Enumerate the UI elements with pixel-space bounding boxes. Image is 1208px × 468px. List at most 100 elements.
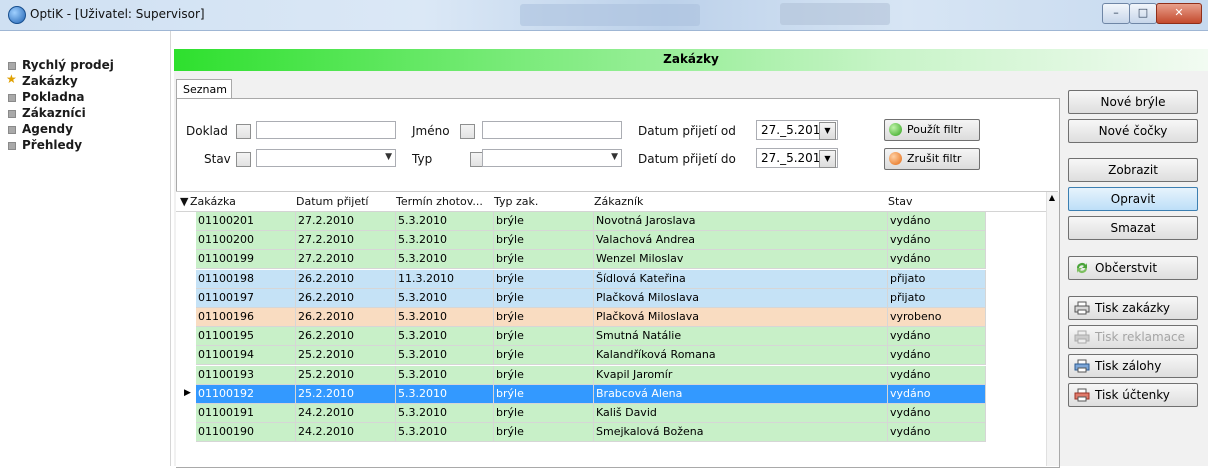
table-cell-typ: brýle xyxy=(496,386,524,400)
cancel-filter-button[interactable]: Zrušit filtr xyxy=(884,148,980,170)
table-row[interactable]: 01100198 26.2.2010 11.3.2010 brýle Šídlová K… xyxy=(176,269,986,289)
datum-od-picker[interactable]: 27._5.2010 ▼ xyxy=(756,120,838,140)
doklad-input[interactable] xyxy=(256,121,396,139)
tab-seznam[interactable]: Seznam xyxy=(176,79,232,99)
jmeno-checkbox[interactable] xyxy=(460,124,475,139)
table-cell-datum: 27.2.2010 xyxy=(298,233,354,247)
title-blur xyxy=(520,4,700,26)
table-cell-stav: vydáno xyxy=(890,425,931,439)
table-row[interactable]: 01100196 26.2.2010 5.3.2010 brýle Plačková M… xyxy=(176,308,986,327)
doklad-checkbox[interactable] xyxy=(236,124,251,139)
sidebar-item-zakaznici[interactable]: Zákazníci xyxy=(8,106,86,120)
table-cell-zakazka: 01100195 xyxy=(198,329,254,343)
vertical-scrollbar[interactable] xyxy=(1046,192,1059,466)
row-indicator[interactable] xyxy=(176,404,194,423)
close-button[interactable]: ✕ xyxy=(1156,3,1202,24)
table-cell-datum: 27.2.2010 xyxy=(298,214,354,227)
sidebar-item-label: Rychlý prodej xyxy=(22,58,114,72)
table-cell-termin: 5.3.2010 xyxy=(398,329,447,343)
table-cell-termin: 5.3.2010 xyxy=(398,348,447,362)
table-cell-zakazka: 01100193 xyxy=(198,367,254,381)
sidebar-item-zakazky[interactable]: ★ Zakázky xyxy=(6,72,78,88)
sidebar-item-label: Agendy xyxy=(22,122,73,136)
row-indicator[interactable] xyxy=(176,423,194,443)
table-cell-termin: 5.3.2010 xyxy=(398,233,447,247)
row-indicator[interactable] xyxy=(176,269,194,289)
table-cell-zakazka: 01100200 xyxy=(198,233,254,247)
stav-checkbox[interactable] xyxy=(236,152,251,167)
table-cell-stav: vydáno xyxy=(890,252,931,266)
row-indicator[interactable] xyxy=(176,346,194,366)
row-indicator[interactable] xyxy=(176,308,194,327)
jmeno-input[interactable] xyxy=(482,121,622,139)
bullet-icon xyxy=(8,126,16,134)
column-header-typ[interactable]: Typ zak. xyxy=(494,195,538,208)
table-cell-zakazka: 01100196 xyxy=(198,310,254,323)
sidebar-item-prehledy[interactable]: Přehledy xyxy=(8,138,82,152)
table-row[interactable]: 01100201 27.2.2010 5.3.2010 brýle Novotná Ja… xyxy=(176,212,986,231)
print-complaint-button[interactable]: Tisk reklamace xyxy=(1068,325,1198,349)
bullet-icon xyxy=(8,94,16,102)
table-cell-termin: 5.3.2010 xyxy=(398,252,447,266)
table-cell-stav: přijato xyxy=(890,271,926,285)
printer-icon xyxy=(1074,359,1090,373)
row-indicator[interactable] xyxy=(176,250,194,270)
datum-od-label: Datum přijetí od xyxy=(638,124,736,138)
column-header-termin[interactable]: Termín zhotov... xyxy=(396,195,483,208)
table-cell-datum: 25.2.2010 xyxy=(298,348,354,362)
table-row[interactable]: 01100195 26.2.2010 5.3.2010 brýle Smutná Nat… xyxy=(176,327,986,347)
maximize-button[interactable]: □ xyxy=(1129,3,1157,24)
chevron-down-icon[interactable]: ▼ xyxy=(819,150,836,168)
table-row[interactable]: 01100190 24.2.2010 5.3.2010 brýle Smejkalová… xyxy=(176,423,986,443)
print-deposit-button[interactable]: Tisk zálohy xyxy=(1068,354,1198,378)
row-indicator[interactable] xyxy=(176,231,194,251)
table-row[interactable]: 01100194 25.2.2010 5.3.2010 brýle Kalandříko… xyxy=(176,346,986,366)
new-lenses-button[interactable]: Nové čočky xyxy=(1068,119,1198,143)
table-row[interactable]: 01100200 27.2.2010 5.3.2010 brýle Valachová … xyxy=(176,231,986,251)
bullet-icon xyxy=(8,62,16,70)
apply-filter-button[interactable]: Použít filtr xyxy=(884,119,980,141)
table-row[interactable]: ▶ 01100192 25.2.2010 5.3.2010 brýle Brabcová … xyxy=(176,384,986,404)
datum-do-picker[interactable]: 27._5.2010 ▼ xyxy=(756,148,838,168)
printer-icon xyxy=(1074,388,1090,402)
row-indicator[interactable]: ▶ xyxy=(176,384,194,404)
column-header-zakazka[interactable]: Zakázka xyxy=(190,195,236,208)
table-cell-zakazka: 01100192 xyxy=(198,386,254,400)
refresh-button[interactable]: Občerstvit xyxy=(1068,256,1198,280)
table-cell-zakaznik: Šídlová Kateřina xyxy=(596,271,686,285)
sidebar-item-pokladna[interactable]: Pokladna xyxy=(8,90,84,104)
stav-select[interactable]: ▼ xyxy=(256,149,396,167)
sort-indicator-icon: ▼ xyxy=(180,195,189,208)
column-header-datum[interactable]: Datum přijetí xyxy=(296,195,368,208)
chevron-down-icon[interactable]: ▼ xyxy=(819,122,836,140)
table-cell-stav: přijato xyxy=(890,290,926,304)
table-row[interactable]: 01100191 24.2.2010 5.3.2010 brýle Kališ Davi… xyxy=(176,404,986,423)
row-indicator[interactable] xyxy=(176,365,194,385)
row-indicator[interactable] xyxy=(176,288,194,308)
typ-select[interactable]: ▼ xyxy=(482,149,622,167)
table-cell-datum: 24.2.2010 xyxy=(298,425,354,439)
table-row[interactable]: 01100199 27.2.2010 5.3.2010 brýle Wenzel Mil… xyxy=(176,250,986,270)
delete-button[interactable]: Smazat xyxy=(1068,216,1198,240)
show-button[interactable]: Zobrazit xyxy=(1068,158,1198,182)
table-row[interactable]: 01100193 25.2.2010 5.3.2010 brýle Kvapil Jar… xyxy=(176,365,986,385)
sidebar-nav: Rychlý prodej ★ Zakázky Pokladna Zákazní… xyxy=(0,31,171,466)
table-cell-termin: 5.3.2010 xyxy=(398,214,447,227)
table-row[interactable]: 01100197 26.2.2010 5.3.2010 brýle Plačková M… xyxy=(176,288,986,308)
row-indicator[interactable] xyxy=(176,212,194,231)
scroll-up-icon[interactable]: ▲ xyxy=(1046,193,1058,208)
table-cell-zakaznik: Kvapil Jaromír xyxy=(596,367,673,381)
table-cell-termin: 11.3.2010 xyxy=(398,271,454,285)
minimize-button[interactable]: – xyxy=(1102,3,1130,24)
table-header: ▼ Zakázka Datum přijetí Termín zhotov...… xyxy=(176,192,1046,212)
column-header-stav[interactable]: Stav xyxy=(888,195,913,208)
row-indicator[interactable] xyxy=(176,327,194,347)
table-cell-datum: 27.2.2010 xyxy=(298,252,354,266)
print-order-button[interactable]: Tisk zakázky xyxy=(1068,296,1198,320)
column-header-zakaznik[interactable]: Zákazník xyxy=(594,195,643,208)
new-glasses-button[interactable]: Nové brýle xyxy=(1068,90,1198,114)
sidebar-item-rychly-prodej[interactable]: Rychlý prodej xyxy=(8,58,114,72)
sidebar-item-agendy[interactable]: Agendy xyxy=(8,122,73,136)
print-receipt-button[interactable]: Tisk účtenky xyxy=(1068,383,1198,407)
edit-button[interactable]: Opravit xyxy=(1068,187,1198,211)
